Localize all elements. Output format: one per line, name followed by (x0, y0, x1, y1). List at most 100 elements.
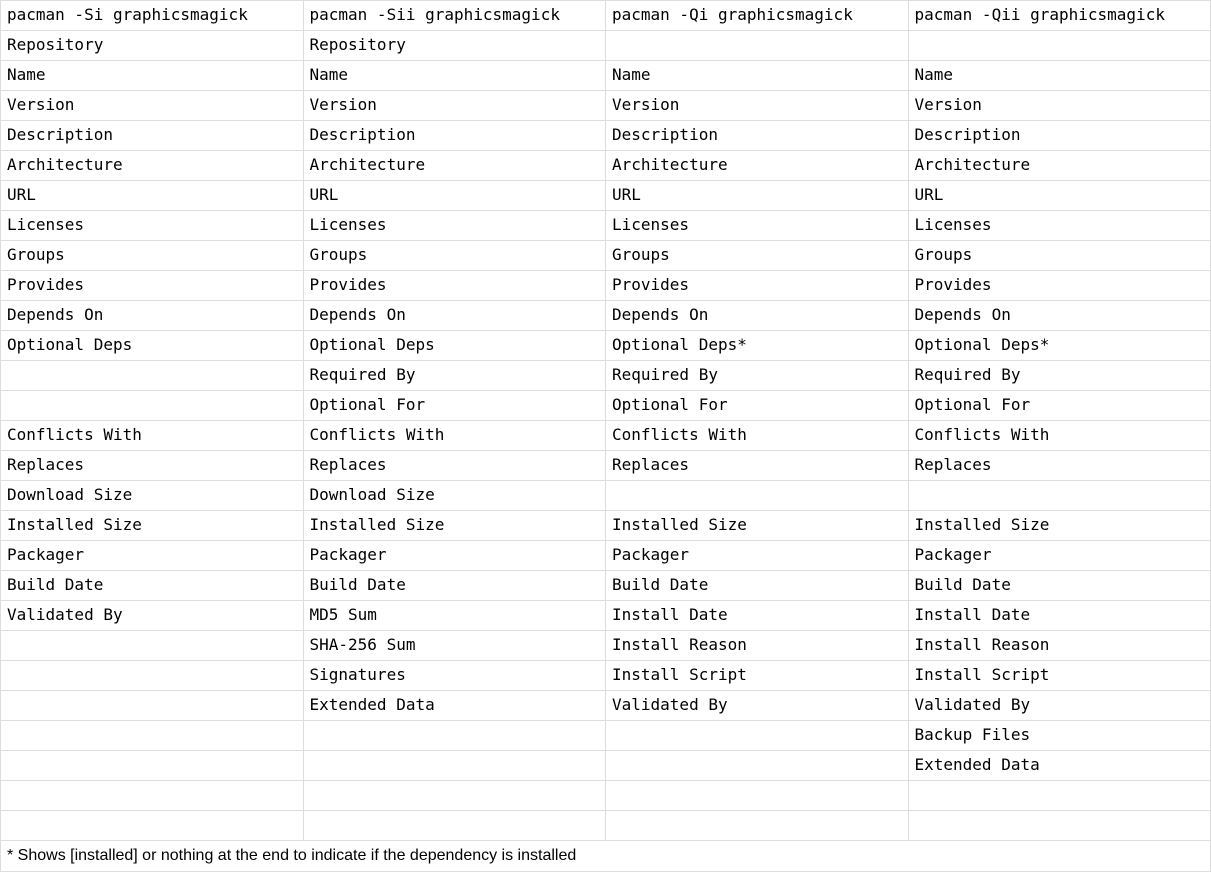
field-cell: Depends On (606, 301, 909, 331)
field-cell: Replaces (908, 451, 1211, 481)
table-row: ProvidesProvidesProvidesProvides (1, 271, 1211, 301)
field-cell: Description (1, 121, 304, 151)
field-cell: Validated By (1, 601, 304, 631)
field-cell: Version (1, 91, 304, 121)
field-cell: Extended Data (303, 691, 606, 721)
field-cell: SHA-256 Sum (303, 631, 606, 661)
field-cell (1, 391, 304, 421)
field-cell: Backup Files (908, 721, 1211, 751)
field-cell: URL (303, 181, 606, 211)
table-row: Optional ForOptional ForOptional For (1, 391, 1211, 421)
field-cell: Build Date (1, 571, 304, 601)
table-footnote-row: * Shows [installed] or nothing at the en… (1, 841, 1211, 872)
table-row: DescriptionDescriptionDescriptionDescrip… (1, 121, 1211, 151)
column-header: pacman -Si graphicsmagick (1, 1, 304, 31)
field-cell (606, 811, 909, 841)
table-row: VersionVersionVersionVersion (1, 91, 1211, 121)
field-cell: Packager (303, 541, 606, 571)
field-cell (1, 811, 304, 841)
table-row: NameNameNameName (1, 61, 1211, 91)
column-header: pacman -Qii graphicsmagick (908, 1, 1211, 31)
table-row: SHA-256 SumInstall ReasonInstall Reason (1, 631, 1211, 661)
field-cell: Groups (606, 241, 909, 271)
field-cell (1, 631, 304, 661)
field-cell (606, 751, 909, 781)
field-cell (1, 661, 304, 691)
field-cell (606, 721, 909, 751)
column-header: pacman -Sii graphicsmagick (303, 1, 606, 31)
field-cell: Validated By (908, 691, 1211, 721)
field-cell: Version (606, 91, 909, 121)
table-row: Extended Data (1, 751, 1211, 781)
table-row: Optional DepsOptional DepsOptional Deps*… (1, 331, 1211, 361)
field-cell: Optional Deps* (606, 331, 909, 361)
field-cell: Provides (303, 271, 606, 301)
table-row: Validated ByMD5 SumInstall DateInstall D… (1, 601, 1211, 631)
field-cell: Build Date (303, 571, 606, 601)
table-row: GroupsGroupsGroupsGroups (1, 241, 1211, 271)
field-cell (908, 481, 1211, 511)
field-cell: Install Script (908, 661, 1211, 691)
field-cell: Groups (303, 241, 606, 271)
field-cell: Optional Deps* (908, 331, 1211, 361)
table-header-row: pacman -Si graphicsmagick pacman -Sii gr… (1, 1, 1211, 31)
field-cell: Packager (908, 541, 1211, 571)
field-cell: Depends On (1, 301, 304, 331)
field-cell (1, 721, 304, 751)
field-cell: Packager (606, 541, 909, 571)
field-cell: Provides (908, 271, 1211, 301)
field-cell: Install Date (606, 601, 909, 631)
field-cell: Conflicts With (303, 421, 606, 451)
table-row: Build DateBuild DateBuild DateBuild Date (1, 571, 1211, 601)
field-cell (1, 751, 304, 781)
field-cell: Optional Deps (303, 331, 606, 361)
table-row: ArchitectureArchitectureArchitectureArch… (1, 151, 1211, 181)
field-cell: Extended Data (908, 751, 1211, 781)
field-cell (303, 721, 606, 751)
field-cell: Optional Deps (1, 331, 304, 361)
field-cell (303, 811, 606, 841)
field-cell (908, 781, 1211, 811)
field-cell: Provides (1, 271, 304, 301)
field-cell: Optional For (908, 391, 1211, 421)
table-row: LicensesLicensesLicensesLicenses (1, 211, 1211, 241)
table-row: Depends OnDepends OnDepends OnDepends On (1, 301, 1211, 331)
field-cell (606, 781, 909, 811)
field-cell: Replaces (606, 451, 909, 481)
footnote-text: * Shows [installed] or nothing at the en… (1, 841, 1211, 872)
table-row (1, 781, 1211, 811)
table-row: SignaturesInstall ScriptInstall Script (1, 661, 1211, 691)
pacman-comparison-table: pacman -Si graphicsmagick pacman -Sii gr… (0, 0, 1211, 872)
field-cell: Optional For (606, 391, 909, 421)
field-cell: Build Date (606, 571, 909, 601)
field-cell: Licenses (908, 211, 1211, 241)
field-cell: Installed Size (606, 511, 909, 541)
comparison-table-container: pacman -Si graphicsmagick pacman -Sii gr… (0, 0, 1211, 872)
field-cell: Replaces (303, 451, 606, 481)
field-cell (303, 751, 606, 781)
table-row: Download SizeDownload Size (1, 481, 1211, 511)
field-cell: Required By (303, 361, 606, 391)
field-cell: URL (908, 181, 1211, 211)
field-cell: Conflicts With (606, 421, 909, 451)
field-cell (908, 811, 1211, 841)
field-cell: Provides (606, 271, 909, 301)
field-cell: Conflicts With (908, 421, 1211, 451)
field-cell: Validated By (606, 691, 909, 721)
field-cell: Conflicts With (1, 421, 304, 451)
field-cell: Signatures (303, 661, 606, 691)
field-cell (1, 361, 304, 391)
field-cell: Installed Size (908, 511, 1211, 541)
table-row: URLURLURLURL (1, 181, 1211, 211)
field-cell: Required By (908, 361, 1211, 391)
field-cell: Architecture (303, 151, 606, 181)
table-row: RepositoryRepository (1, 31, 1211, 61)
field-cell: Install Reason (908, 631, 1211, 661)
field-cell: Download Size (303, 481, 606, 511)
field-cell: Architecture (1, 151, 304, 181)
table-row: Extended DataValidated ByValidated By (1, 691, 1211, 721)
field-cell: Architecture (606, 151, 909, 181)
field-cell (303, 781, 606, 811)
field-cell: Required By (606, 361, 909, 391)
field-cell: Install Date (908, 601, 1211, 631)
